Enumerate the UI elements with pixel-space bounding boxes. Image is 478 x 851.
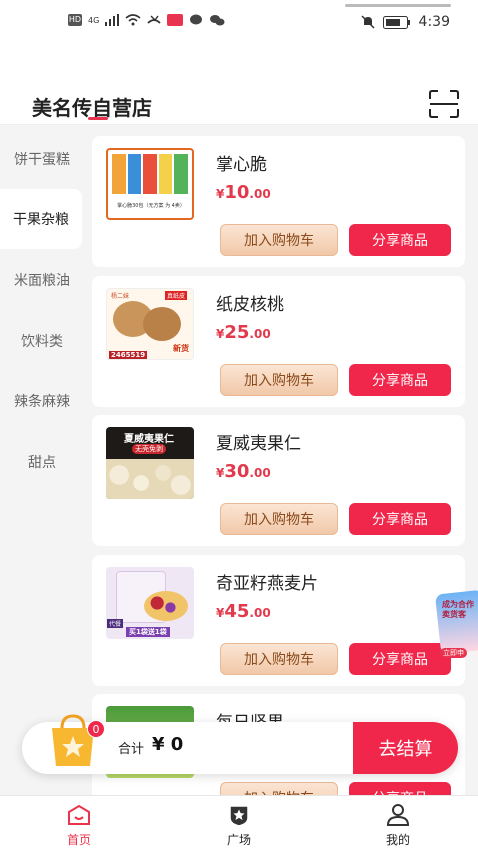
category-item-spicy[interactable]: 辣条麻辣 <box>0 371 84 431</box>
category-label: 米面粮油 <box>14 273 70 289</box>
category-item-grain-oil[interactable]: 米面粮油 <box>0 250 84 310</box>
image-tag-text: 代餐 <box>107 619 124 628</box>
image-brand-text: 杨二妹 <box>111 293 130 300</box>
product-name: 掌心脆 <box>216 155 267 175</box>
category-label: 辣条麻辣 <box>14 394 70 410</box>
product-image[interactable]: 夏威夷果仁 无壳免剥 <box>106 427 194 499</box>
nuts-graphic <box>106 459 194 499</box>
add-to-cart-button[interactable]: 加入购物车 <box>220 224 338 256</box>
scan-icon[interactable] <box>428 90 460 118</box>
walnut-graphic <box>143 307 181 341</box>
network-label: 4G <box>88 15 100 25</box>
image-sub-text: 无壳免剥 <box>132 444 166 454</box>
category-label: 甜点 <box>28 455 56 471</box>
product-image[interactable]: 掌心脆30包（无方案 为 4卖） <box>106 148 194 220</box>
product-list: 掌心脆30包（无方案 为 4卖） 掌心脆 ¥10.00 加入购物车 分享商品 杨… <box>84 125 478 795</box>
product-price: ¥30.00 <box>216 461 271 482</box>
clock: 4:39 <box>418 14 450 30</box>
partner-badge-sub: 立即申 <box>440 648 467 658</box>
add-to-cart-button[interactable]: 加入购物车 <box>220 643 338 675</box>
title-underline <box>88 117 108 120</box>
tab-plaza[interactable]: 广场 <box>189 796 289 851</box>
image-promo-text: 买1袋送1袋 <box>126 627 170 637</box>
tab-label: 我的 <box>385 833 410 847</box>
cart-count-badge: 0 <box>87 720 105 738</box>
category-item-nuts[interactable]: 干果杂粮 <box>0 189 82 249</box>
cart-total-amount: ¥ 0 <box>152 734 184 755</box>
tab-mine[interactable]: 我的 <box>348 796 448 851</box>
mute-bell-icon <box>361 15 375 29</box>
product-name: 奇亚籽燕麦片 <box>216 574 318 594</box>
image-new-badge: 新货 <box>173 344 189 353</box>
tab-home[interactable]: 首页 <box>29 796 129 851</box>
wifi-icon <box>125 14 141 26</box>
wechat-icon <box>210 15 225 26</box>
share-product-button[interactable]: 分享商品 <box>349 503 451 535</box>
message-icon <box>190 14 203 25</box>
cart-total-label: 合计 <box>118 742 145 757</box>
product-price: ¥10.00 <box>216 182 271 203</box>
product-name: 纸皮核桃 <box>216 295 284 315</box>
product-price: ¥25.00 <box>216 322 271 343</box>
partner-float-badge[interactable]: 成为合作卖货客 立即申 <box>434 589 478 662</box>
image-title-text: 夏威夷果仁 <box>124 434 174 445</box>
image-sales-text: 2465519 <box>109 351 148 359</box>
star-shield-icon <box>230 806 248 826</box>
status-left-icons: HD 4G <box>68 14 225 26</box>
product-image[interactable]: 代餐 买1袋送1袋 <box>106 567 194 639</box>
shop-header: 美名传自营店 <box>0 82 478 124</box>
fruit-bowl-graphic <box>144 591 188 621</box>
add-to-cart-button[interactable]: 加入购物车 <box>220 782 338 795</box>
product-card[interactable]: 夏威夷果仁 无壳免剥 夏威夷果仁 ¥30.00 加入购物车 分享商品 <box>92 415 465 546</box>
home-icon <box>68 804 90 825</box>
missed-call-icon <box>147 15 161 24</box>
user-icon <box>386 804 410 826</box>
share-product-button[interactable]: 分享商品 <box>349 782 451 795</box>
add-to-cart-button[interactable]: 加入购物车 <box>220 364 338 396</box>
gesture-handle <box>345 4 451 7</box>
product-price: ¥45.00 <box>216 601 271 622</box>
status-right-icons: 4:39 <box>361 14 450 30</box>
app-notification-icon <box>167 14 184 26</box>
product-card[interactable]: 杨二妹 真纸皮 新货 2465519 纸皮核桃 ¥25.00 加入购物车 分享商… <box>92 276 465 407</box>
category-label: 干果杂粮 <box>13 212 69 228</box>
tab-label: 广场 <box>226 833 251 847</box>
tab-label: 首页 <box>66 833 91 847</box>
category-item-dessert[interactable]: 甜点 <box>0 432 84 492</box>
partner-badge-text: 成为合作卖货客 <box>442 600 474 619</box>
signal-icon <box>105 14 120 26</box>
category-item-biscuit[interactable]: 饼干蛋糕 <box>0 129 84 189</box>
product-name: 夏威夷果仁 <box>216 434 301 454</box>
share-product-button[interactable]: 分享商品 <box>349 364 451 396</box>
image-tag-text: 真纸皮 <box>165 291 188 300</box>
add-to-cart-button[interactable]: 加入购物车 <box>220 503 338 535</box>
product-image-caption: 掌心脆30包（无方案 为 4卖） <box>117 203 185 209</box>
share-product-button[interactable]: 分享商品 <box>349 224 451 256</box>
battery-icon <box>382 15 410 29</box>
category-label: 饮料类 <box>21 334 63 350</box>
status-bar: HD 4G 4:39 <box>0 0 478 44</box>
category-sidebar: 饼干蛋糕 干果杂粮 米面粮油 饮料类 辣条麻辣 甜点 <box>0 125 84 795</box>
bottom-tab-bar: 首页 广场 我的 <box>0 795 478 850</box>
checkout-button[interactable]: 去结算 <box>353 722 458 774</box>
snack-packs-graphic <box>112 154 188 194</box>
category-item-drinks[interactable]: 饮料类 <box>0 311 84 371</box>
product-image[interactable]: 杨二妹 真纸皮 新货 2465519 <box>106 288 194 360</box>
category-label: 饼干蛋糕 <box>14 152 70 168</box>
product-card[interactable]: 代餐 买1袋送1袋 奇亚籽燕麦片 ¥45.00 加入购物车 分享商品 <box>92 555 465 686</box>
hd-icon: HD <box>68 14 82 26</box>
product-card[interactable]: 掌心脆30包（无方案 为 4卖） 掌心脆 ¥10.00 加入购物车 分享商品 <box>92 136 465 267</box>
